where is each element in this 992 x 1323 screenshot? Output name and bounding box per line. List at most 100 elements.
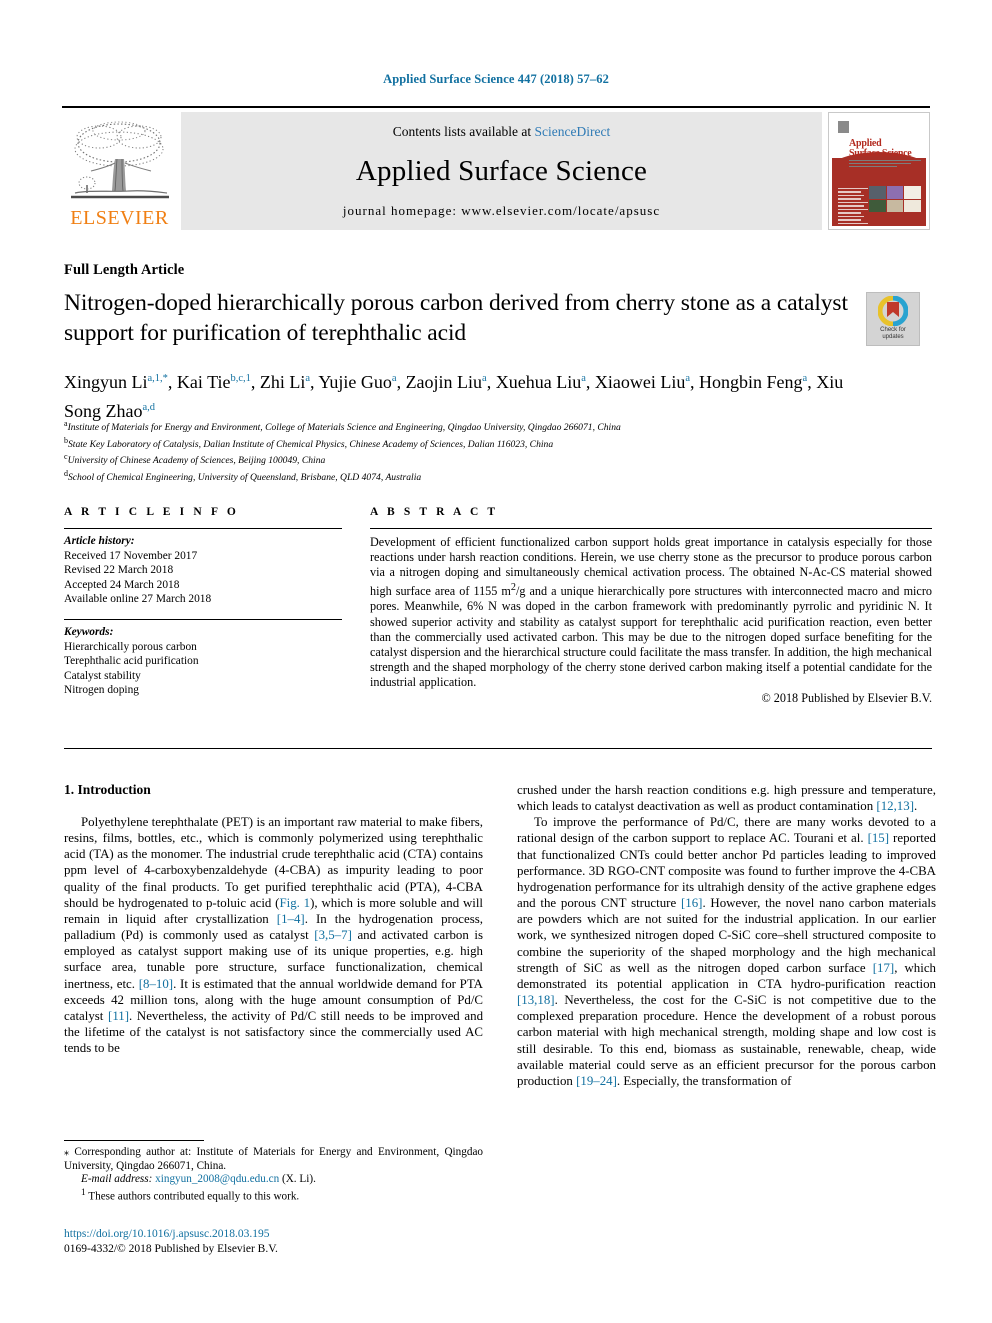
article-history: Article history: Received 17 November 20… [64,529,342,607]
author-affiliation-marker: a [802,373,808,384]
citation-link[interactable]: [12,13] [876,799,914,813]
affiliation-item: dSchool of Chemical Engineering, Univers… [64,468,422,483]
elsevier-wordmark: ELSEVIER [70,207,169,229]
history-item: Received 17 November 2017 [64,549,198,562]
citation-link[interactable]: [17] [873,961,894,975]
history-item: Revised 22 March 2018 [64,564,174,577]
author-affiliation-marker: a [581,373,586,384]
citation-link[interactable]: [19–24] [576,1074,617,1088]
cover-contents-lines [838,188,868,226]
author-name[interactable]: Xingyun Li [64,372,148,392]
journal-masthead: ELSEVIER Contents lists available at Sci… [62,106,930,230]
info-abstract-block: A R T I C L E I N F O Article history: R… [64,506,932,706]
page-title: Nitrogen-doped hierarchically porous car… [64,288,854,348]
text-run: . [914,799,918,814]
elsevier-logo: ELSEVIER [62,112,177,230]
footnotes-block: ⁎ Corresponding author at: Institute of … [64,1140,483,1204]
elsevier-tree-icon [70,121,169,199]
section-heading-introduction: 1. Introduction [64,782,151,797]
cover-title-line2: Surface Science [849,148,912,159]
citation-link[interactable]: [13,18] [517,993,555,1007]
citation-link[interactable]: [11] [108,1009,129,1023]
abstract-copyright: © 2018 Published by Elsevier B.V. [761,691,932,705]
text-run: . Especially, the transformation of [616,1073,792,1088]
author-affiliation-marker: b,c,1 [230,373,251,384]
keywords-label: Keywords: [64,625,114,638]
author-affiliation-marker: a,1,* [147,373,168,384]
abstract-heading: A B S T R A C T [370,506,499,518]
crossmark-badge[interactable]: Check for updates [866,292,920,346]
affiliation-marker: b [64,435,68,445]
title-line-1: Nitrogen-doped hierarchically porous car… [64,290,730,316]
affiliation-marker: a [64,419,68,428]
footnote-text: Corresponding author at: Institute of Ma… [64,1146,483,1172]
citation-link[interactable]: [8–10] [139,977,173,991]
figure-link-fig1[interactable]: Fig. 1 [279,896,310,910]
citation-link[interactable]: [16] [681,896,702,910]
affiliation-marker: c [64,452,68,462]
article-history-label: Article history: [64,535,135,547]
intro-paragraph-right-1: crushed under the harsh reaction conditi… [517,782,936,814]
email-suffix: (X. Li). [279,1173,316,1186]
cover-figure-thumbnails [869,186,921,212]
issn-copyright: 0169-4332/© 2018 Published by Elsevier B… [64,1242,278,1255]
footnote-equal-contribution: 1 These authors contributed equally to t… [64,1187,483,1204]
affiliation-item: cUniversity of Chinese Academy of Scienc… [64,452,326,467]
contents-available-line: Contents lists available at ScienceDirec… [393,124,610,140]
affiliation-marker: d [64,468,68,478]
paper-page: Applied Surface Science 447 (2018) 57–62 [0,0,992,1323]
keyword-item: Nitrogen doping [64,684,139,697]
keywords-separator [64,607,342,620]
author-name[interactable]: Zhi Li [260,372,306,392]
footnote-corresponding-author: ⁎ Corresponding author at: Institute of … [64,1146,483,1173]
body-columns: 1. Introduction Polyethylene terephthala… [64,782,936,1089]
journal-cover-thumbnail: Applied Surface Science [828,112,930,230]
author-affiliation-marker: a,d [142,402,156,413]
history-item: Accepted 24 March 2018 [64,578,180,591]
check-for-updates-icon [878,296,908,326]
article-info-column: A R T I C L E I N F O Article history: R… [64,506,342,706]
author-name[interactable]: Kai Tie [177,372,231,392]
abstract-text: Development of efficient functionalized … [370,529,932,690]
citation-link[interactable]: [3,5–7] [314,928,352,942]
footnote-email: E-mail address: xingyun_2008@qdu.edu.cn … [64,1173,483,1187]
author-affiliation-marker: a [482,373,487,384]
email-label: E-mail address: [81,1173,153,1186]
author-name[interactable]: Yujie Guo [318,372,392,392]
keyword-item: Catalyst stability [64,669,141,682]
journal-homepage[interactable]: journal homepage: www.elsevier.com/locat… [343,203,660,219]
footer-block: https://doi.org/10.1016/j.apsusc.2018.03… [64,1227,494,1256]
affiliation-item: aInstitute of Materials for Energy and E… [64,419,621,434]
abstract-part-2: /g and a unique hierarchically pore stru… [370,584,932,689]
author-name[interactable]: Xuehua Liu [496,372,581,392]
cover-subtitle-lines [849,160,921,169]
journal-title: Applied Surface Science [355,155,648,187]
keyword-item: Terephthalic acid purification [64,655,199,668]
body-separator-rule [64,748,932,749]
history-item: Available online 27 March 2018 [64,593,212,606]
sciencedirect-banner: Contents lists available at ScienceDirec… [181,112,822,230]
contents-prefix: Contents lists available at [392,124,535,139]
keyword-item: Hierarchically porous carbon [64,640,197,653]
citation-link[interactable]: [1–4] [277,912,305,926]
author-affiliation-marker: a [685,373,691,384]
intro-paragraph-right-2: To improve the performance of Pd/C, ther… [517,814,936,1089]
body-column-right: crushed under the harsh reaction conditi… [517,782,936,1089]
crossmark-label: Check for updates [880,327,906,340]
doi-link[interactable]: https://doi.org/10.1016/j.apsusc.2018.03… [64,1227,494,1242]
article-info-heading: A R T I C L E I N F O [64,506,239,518]
email-link[interactable]: xingyun_2008@qdu.edu.cn [155,1173,279,1185]
text-run: crushed under the harsh reaction conditi… [517,783,936,814]
author-name[interactable]: Zaojin Liu [406,372,482,392]
sciencedirect-link[interactable]: ScienceDirect [535,124,611,139]
footnote-rule [64,1140,204,1141]
author-name[interactable]: Xiaowei Liu [595,372,685,392]
article-type: Full Length Article [64,262,185,278]
affiliation-list: aInstitute of Materials for Energy and E… [64,418,864,484]
cover-publisher-logo [838,121,849,133]
keywords-block: Keywords: Hierarchically porous carbon T… [64,620,342,698]
citation-link[interactable]: [15] [868,831,889,845]
author-name[interactable]: Hongbin Feng [699,372,803,392]
author-affiliation-marker: a [391,373,397,384]
author-affiliation-marker: a [305,373,311,384]
